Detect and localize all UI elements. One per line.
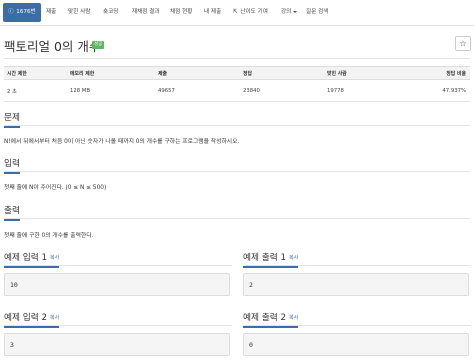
page-title: 팩토리얼 0의 개수 (4, 39, 101, 54)
tab-judge-status[interactable]: 채점 현황 (170, 3, 192, 22)
star-button[interactable]: ☆ (455, 36, 471, 51)
tab-label: 강의 (281, 9, 292, 15)
sample-input-2: 3 (4, 333, 230, 356)
copy-button[interactable]: 복사 (50, 255, 59, 261)
column-header: 제출 (155, 66, 240, 80)
sample-title-label: 예제 입력 2 (4, 313, 48, 323)
tab-label: 질문 검색 (306, 9, 329, 15)
section-divider (243, 265, 471, 266)
sample-output-1: 2 (243, 273, 469, 296)
table-row: 2 초 128 MB 49657 23840 19778 47.937% (4, 79, 470, 102)
tab-short-coding[interactable]: 숏코딩 (103, 3, 118, 22)
sample-title-label: 예제 입력 1 (4, 253, 48, 263)
tab-label: 맞힌 사람 (68, 9, 91, 15)
section-divider (4, 325, 232, 326)
tab-problem-number[interactable]: ⓘ 1676번 (3, 3, 41, 22)
section-divider (4, 125, 470, 126)
column-header: 정답 (240, 66, 324, 80)
tab-lectures[interactable]: 강의 (281, 3, 298, 22)
column-header: 맞힌 사람 (324, 66, 409, 80)
star-icon: ☆ (459, 39, 467, 48)
accept-ratio: 47.937% (409, 79, 470, 102)
tab-label: 숏코딩 (103, 9, 119, 15)
sample-input-1: 10 (4, 273, 230, 296)
status-badge: 성공 (92, 41, 105, 49)
external-link-icon: ⇱ (233, 9, 238, 15)
chevron-down-icon (293, 10, 298, 13)
tab-question-search[interactable]: 질문 검색 (306, 3, 328, 22)
section-divider (243, 325, 471, 326)
table-header-row: 시간 제한 메모리 제한 제출 정답 맞힌 사람 정답 비율 (4, 66, 470, 80)
info-icon: ⓘ (8, 9, 14, 15)
section-divider (4, 218, 470, 219)
tab-label: 1676번 (16, 9, 36, 15)
copy-button[interactable]: 복사 (50, 315, 59, 321)
column-header: 시간 제한 (4, 66, 67, 80)
sample-output-2: 0 (243, 333, 469, 356)
tab-label: 재채점 결과 (132, 9, 160, 15)
accepted-count: 23840 (240, 79, 324, 102)
problem-description: N!에서 뒤에서부터 처음 0이 아닌 숫자가 나올 때까지 0의 개수를 구하… (4, 139, 240, 145)
section-divider (4, 171, 470, 172)
submission-count: 49657 (155, 79, 240, 102)
copy-button[interactable]: 복사 (289, 255, 298, 261)
problem-info-table: 시간 제한 메모리 제한 제출 정답 맞힌 사람 정답 비율 2 초 128 M… (4, 66, 470, 102)
output-description: 첫째 줄에 구한 0의 개수를 출력한다. (4, 233, 94, 239)
memory-limit: 128 MB (67, 79, 155, 102)
tab-label: 채점 현황 (170, 9, 193, 15)
tab-label: 내 제출 (204, 9, 222, 15)
tab-label: 난이도 기여 (240, 9, 268, 15)
tab-rejudge-results[interactable]: 재채점 결과 (132, 3, 160, 22)
column-header: 정답 비율 (409, 66, 470, 80)
sample-title-label: 예제 출력 1 (243, 253, 287, 263)
tab-submit[interactable]: 제출 (46, 3, 56, 22)
title-divider (4, 58, 470, 59)
input-description: 첫째 줄에 N이 주어진다. (0 ≤ N ≤ 500) (4, 185, 107, 191)
tab-my-submissions[interactable]: 내 제출 (204, 3, 221, 22)
tab-solved-users[interactable]: 맞힌 사람 (68, 3, 90, 22)
time-limit: 2 초 (4, 79, 67, 102)
column-header: 메모리 제한 (67, 66, 155, 80)
solved-users-count: 19778 (324, 79, 409, 102)
tab-label: 제출 (46, 9, 57, 15)
problem-menu: ⓘ 1676번 제출 맞힌 사람 숏코딩 재채점 결과 채점 현황 내 제출 ⇱… (0, 0, 474, 26)
tab-difficulty-contribution[interactable]: ⇱ 난이도 기여 (233, 3, 268, 22)
sample-title-label: 예제 출력 2 (243, 313, 287, 323)
section-divider (4, 265, 232, 266)
copy-button[interactable]: 복사 (289, 315, 298, 321)
